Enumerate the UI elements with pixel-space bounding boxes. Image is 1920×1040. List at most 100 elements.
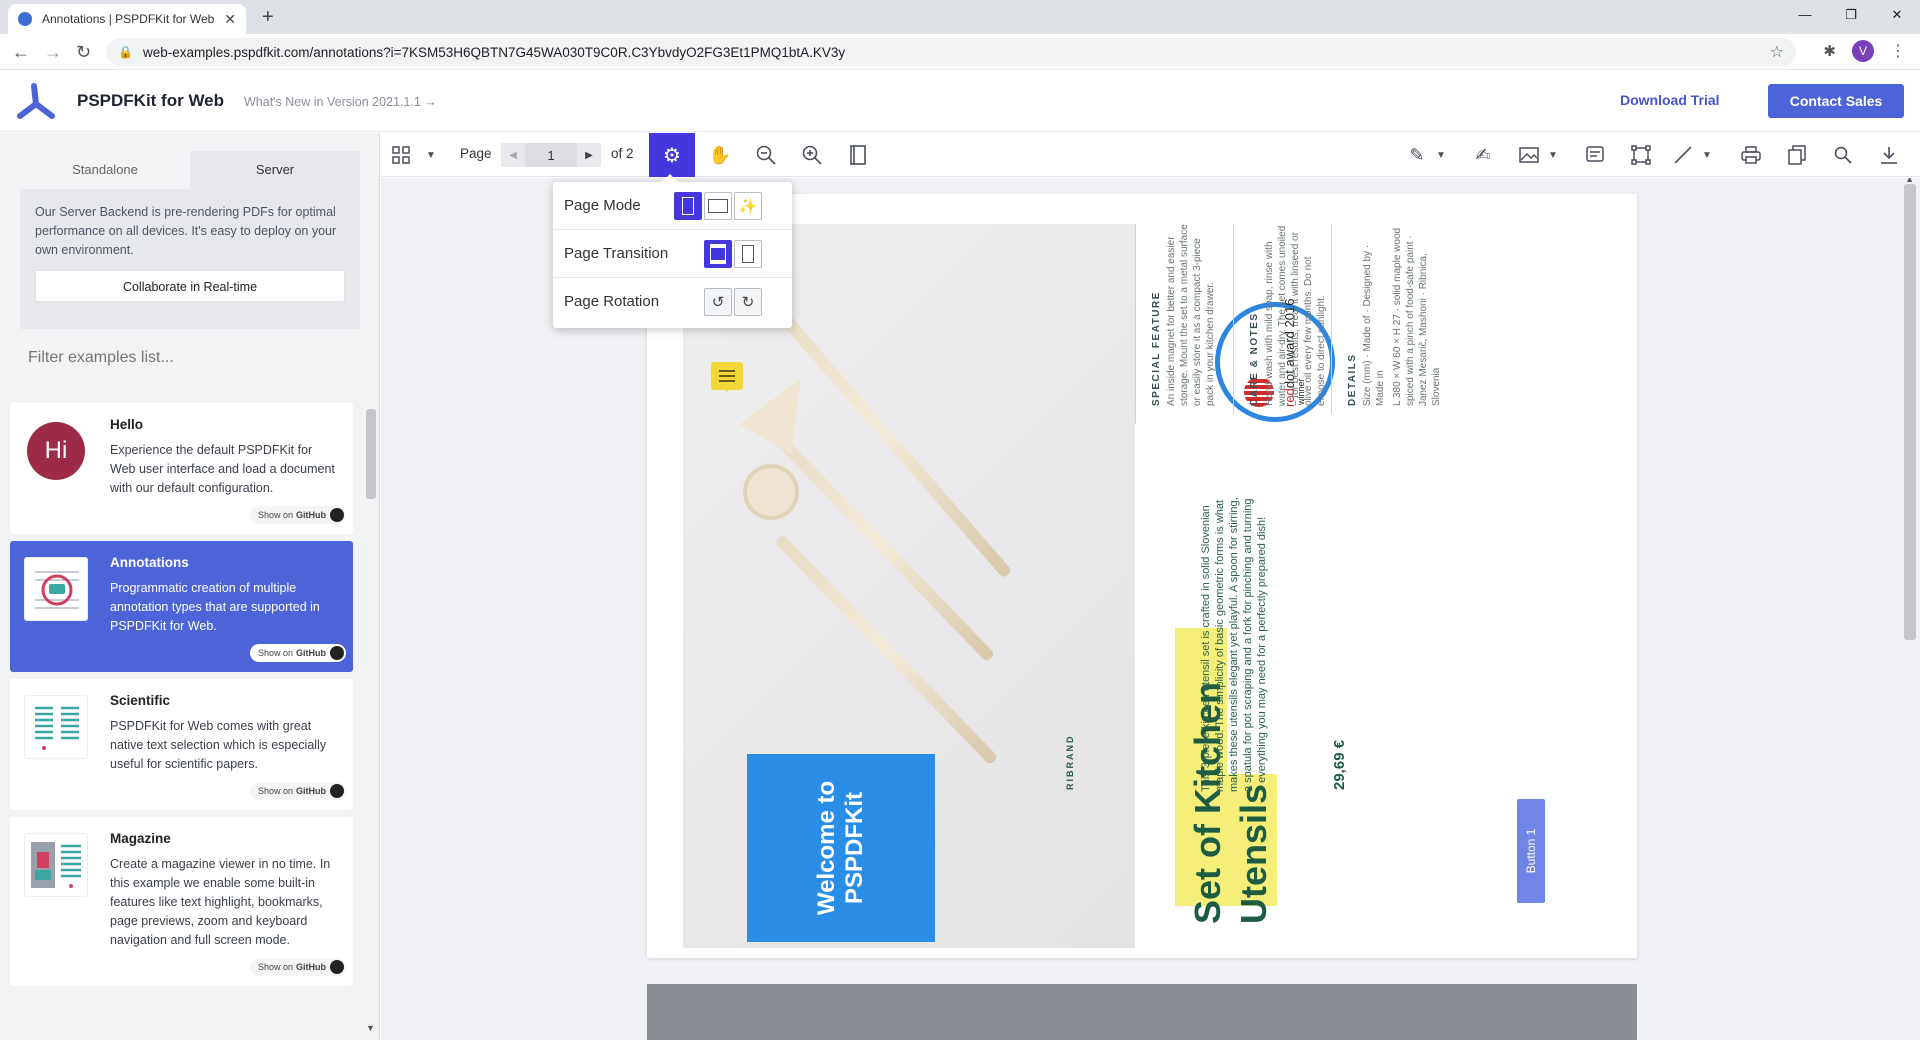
image-icon[interactable]: [1511, 133, 1547, 177]
next-page-icon[interactable]: ▶: [577, 150, 601, 161]
viewport-scrollbar[interactable]: [1904, 184, 1916, 640]
pspdfkit-logo-icon[interactable]: [14, 80, 58, 124]
reload-icon[interactable]: ↻: [76, 42, 91, 63]
github-label: GitHub: [296, 962, 326, 972]
print-icon[interactable]: [1733, 133, 1769, 177]
scroll-down-arrow-icon[interactable]: ▼: [366, 1023, 375, 1033]
browser-tab[interactable]: Annotations | PSPDFKit for Web ✕: [8, 4, 246, 34]
single-page-mode-button[interactable]: [674, 192, 702, 220]
example-description: PSPDFKit for Web comes with great native…: [110, 719, 327, 771]
ink-dropdown-icon[interactable]: ▼: [1431, 133, 1451, 177]
example-description: Programmatic creation of multiple annota…: [110, 581, 320, 633]
details-values: L 380 × W 60 × H 27 · solid maple wood s…: [1392, 227, 1442, 406]
forward-arrow-icon[interactable]: →: [44, 42, 62, 63]
pdf-page-1[interactable]: Welcome to PSPDFKit reddot award 2016 wi…: [647, 194, 1637, 958]
url-bar[interactable]: 🔒 web-examples.pspdfkit.com/annotations?…: [106, 38, 1796, 66]
viewer-toolbar: ▼ Page ◀ ▶ of 2 ⚙ ✋ ✎ ▼ ✍ ▼ ▼: [381, 133, 1920, 177]
continuous-scroll-icon: [710, 244, 726, 264]
details-labels: Size (mm) · Made of · Designed by · Made…: [1362, 244, 1386, 406]
page-transition-row: Page Transition: [553, 230, 792, 278]
example-title: Hello: [110, 417, 144, 432]
download-trial-link[interactable]: Download Trial: [1620, 92, 1720, 108]
note-line: [719, 370, 735, 372]
tab-standalone[interactable]: Standalone: [20, 151, 190, 189]
examples-list: Hi Hello Experience the default PSPDFKit…: [10, 403, 353, 993]
close-tab-icon[interactable]: ✕: [224, 11, 236, 28]
whats-new-link[interactable]: What's New in Version 2021.1.1 →: [244, 95, 437, 109]
gear-icon[interactable]: ⚙: [649, 133, 695, 177]
double-page-icon: [708, 199, 728, 213]
welcome-text: Welcome to PSPDFKit: [813, 781, 869, 915]
per-page-icon: [742, 245, 754, 263]
fit-page-icon[interactable]: [837, 133, 879, 177]
sidebar-scrollbar[interactable]: [366, 409, 376, 499]
zoom-in-icon[interactable]: [791, 133, 833, 177]
example-card-scientific[interactable]: Scientific PSPDFKit for Web comes with g…: [10, 679, 353, 810]
shape-dropdown-icon[interactable]: ▼: [1697, 133, 1717, 177]
site-header: PSPDFKit for Web What's New in Version 2…: [0, 70, 1920, 132]
example-title: Magazine: [110, 831, 171, 846]
welcome-annotation-box[interactable]: Welcome to PSPDFKit: [747, 754, 935, 942]
example-card-magazine[interactable]: Magazine Create a magazine viewer in no …: [10, 817, 353, 986]
pdf-page-2[interactable]: [647, 984, 1637, 1040]
note-icon[interactable]: [1577, 133, 1613, 177]
back-arrow-icon[interactable]: ←: [12, 42, 30, 63]
previous-page-icon[interactable]: ◀: [501, 150, 525, 161]
signature-icon[interactable]: ✍: [1465, 133, 1501, 177]
continuous-scroll-button[interactable]: [704, 240, 732, 268]
show-on-github-button[interactable]: Show on GitHub: [250, 644, 346, 662]
document-editor-icon[interactable]: [1779, 133, 1815, 177]
page-mode-label: Page Mode: [564, 197, 641, 214]
thumbnails-grid-icon[interactable]: [383, 133, 419, 177]
auto-page-mode-button[interactable]: ✨: [734, 192, 762, 220]
extensions-puzzle-icon[interactable]: ✱: [1823, 42, 1836, 60]
server-description: Our Server Backend is pre-rendering PDFs…: [35, 205, 337, 257]
pan-hand-icon[interactable]: ✋: [699, 133, 741, 177]
collaborate-button[interactable]: Collaborate in Real-time: [35, 270, 345, 302]
github-prefix: Show on: [257, 648, 293, 658]
filter-examples-input[interactable]: [28, 343, 348, 373]
tab-server[interactable]: Server: [190, 151, 360, 189]
example-description: Create a magazine viewer in no time. In …: [110, 857, 331, 947]
per-page-transition-button[interactable]: [734, 240, 762, 268]
show-on-github-button[interactable]: Show on GitHub: [250, 958, 346, 976]
examples-sidebar: Standalone Server Our Server Backend is …: [0, 133, 380, 1040]
zoom-out-icon[interactable]: [745, 133, 787, 177]
example-description: Experience the default PSPDFKit for Web …: [110, 443, 335, 495]
close-window-icon[interactable]: ✕: [1874, 0, 1920, 30]
example-card-annotations[interactable]: Annotations Programmatic creation of mul…: [10, 541, 353, 672]
download-icon[interactable]: [1871, 133, 1907, 177]
bookmark-star-icon[interactable]: ☆: [1770, 42, 1784, 62]
brand-name[interactable]: PSPDFKit for Web: [77, 91, 224, 111]
form-button-1[interactable]: Button 1: [1517, 799, 1545, 903]
scientific-illustration-icon: [35, 706, 79, 750]
new-tab-icon[interactable]: +: [262, 6, 274, 29]
rotate-right-button[interactable]: ↻: [734, 288, 762, 316]
contact-sales-button[interactable]: Contact Sales: [1768, 84, 1904, 118]
browser-menu-icon[interactable]: ⋮: [1890, 41, 1906, 61]
line-shape-icon[interactable]: [1665, 133, 1701, 177]
sidebar-dropdown-icon[interactable]: ▼: [419, 133, 443, 177]
search-icon[interactable]: [1825, 133, 1861, 177]
profile-avatar[interactable]: V: [1852, 40, 1874, 62]
page-rotation-label: Page Rotation: [564, 293, 660, 310]
minimize-icon[interactable]: —: [1782, 0, 1828, 30]
hi-avatar: Hi: [27, 422, 85, 480]
restore-icon[interactable]: ❐: [1828, 0, 1874, 30]
page-number-input[interactable]: [525, 143, 577, 167]
text-box-icon[interactable]: [1623, 133, 1659, 177]
special-feature-body: An inside magnet for better and easier s…: [1166, 224, 1216, 406]
product-description: This 3-piece kitchen utensil set is craf…: [1200, 497, 1268, 792]
github-label: GitHub: [296, 510, 326, 520]
show-on-github-button[interactable]: Show on GitHub: [250, 506, 346, 524]
scroll-up-arrow-icon[interactable]: ▲: [1905, 178, 1914, 184]
note-annotation-icon[interactable]: [711, 362, 743, 392]
ink-pen-icon[interactable]: ✎: [1399, 133, 1435, 177]
spoon-head: [743, 464, 799, 520]
example-card-hello[interactable]: Hi Hello Experience the default PSPDFKit…: [10, 403, 353, 534]
double-page-mode-button[interactable]: [704, 192, 732, 220]
rotate-left-button[interactable]: ↺: [704, 288, 732, 316]
show-on-github-button[interactable]: Show on GitHub: [250, 782, 346, 800]
image-dropdown-icon[interactable]: ▼: [1543, 133, 1563, 177]
window-controls: — ❐ ✕: [1782, 0, 1920, 30]
